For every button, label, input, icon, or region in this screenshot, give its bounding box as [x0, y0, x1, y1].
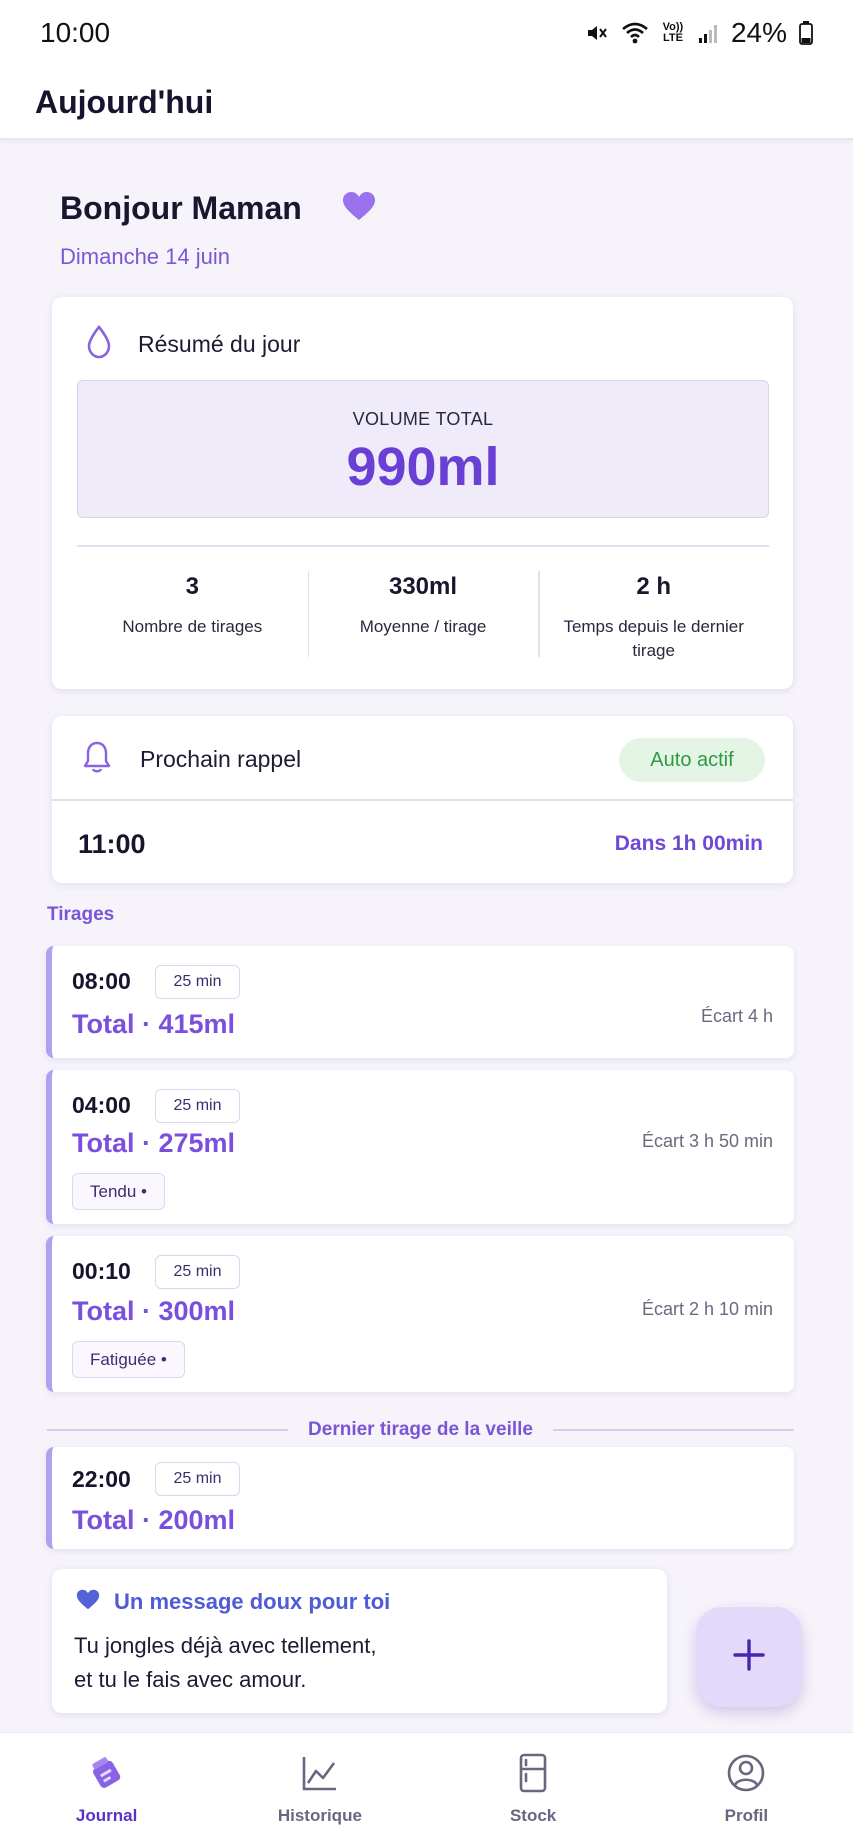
stat-label: Moyenne / tirage — [359, 617, 487, 636]
divider — [47, 1429, 289, 1431]
journal-icon — [87, 1753, 127, 1798]
sessions-section-label: Tirages — [47, 904, 115, 925]
session-gap: Écart 2 h 10 min — [641, 1299, 773, 1319]
total-volume-label: VOLUME TOTAL — [352, 409, 494, 429]
session-card[interactable]: 00:10 25 min Total · 300ml Écart 2 h 10 … — [46, 1236, 794, 1392]
stats-row: 3 Nombre de tirages 330ml Moyenne / tira… — [77, 559, 769, 677]
battery-percent: 24% — [730, 17, 787, 48]
status-bar: 10:00 Vo)) LTE 24% — [0, 0, 853, 66]
greeting-text: Bonjour Maman — [60, 190, 302, 226]
auto-active-badge[interactable]: Auto actif — [619, 738, 765, 782]
heart-icon — [76, 1589, 100, 1615]
divider — [52, 799, 793, 801]
nav-label: Journal — [75, 1806, 138, 1825]
message-line: Tu jongles déjà avec tellement, — [74, 1633, 377, 1658]
nav-label: Historique — [277, 1806, 362, 1825]
session-total: Total · 275ml — [72, 1128, 236, 1158]
nav-label: Stock — [509, 1806, 557, 1825]
status-time: 10:00 — [40, 17, 111, 48]
session-duration-badge: 25 min — [155, 1255, 240, 1289]
session-duration-badge: 25 min — [155, 1462, 240, 1496]
stat-time-since: 2 h Temps depuis le dernier tirage — [538, 559, 769, 677]
stat-value: 3 — [185, 573, 200, 600]
divider — [552, 1429, 795, 1431]
session-duration-badge: 25 min — [155, 1089, 240, 1123]
session-total: Total · 415ml — [72, 1009, 236, 1039]
stat-label: Nombre de tirages — [122, 617, 263, 636]
message-title: Un message doux pour toi — [114, 1589, 391, 1614]
previous-day-label: Dernier tirage de la veille — [308, 1419, 533, 1440]
total-volume-box: VOLUME TOTAL 990ml — [77, 380, 769, 518]
battery-icon — [799, 21, 813, 45]
heart-icon — [342, 191, 376, 226]
signal-icon — [697, 22, 719, 44]
bottom-nav: Journal Historique Stock Profil — [0, 1732, 853, 1844]
profile-icon — [726, 1753, 766, 1798]
reminder-title: Prochain rappel — [140, 746, 302, 772]
reminder-card[interactable]: Prochain rappel Auto actif 11:00 Dans 1h… — [52, 716, 793, 883]
session-gap: Écart 4 h — [700, 1006, 773, 1026]
nav-item-historique[interactable]: Historique — [213, 1733, 426, 1844]
fridge-icon — [513, 1753, 553, 1798]
volte-indicator: Vo)) LTE — [662, 21, 684, 44]
stat-sessions: 3 Nombre de tirages — [77, 559, 308, 677]
session-time: 04:00 — [72, 1092, 131, 1118]
message-card: Un message doux pour toi Tu jongles déjà… — [52, 1569, 667, 1713]
session-card[interactable]: 08:00 25 min Total · 415ml Écart 4 h — [46, 946, 794, 1058]
date-label: Dimanche 14 juin — [60, 244, 230, 269]
message-text: Tu jongles déjà avec tellement, et tu le… — [74, 1629, 376, 1697]
drop-icon — [86, 324, 112, 364]
reminder-header: Prochain rappel — [82, 740, 301, 779]
session-time: 22:00 — [72, 1466, 131, 1492]
nav-label: Profil — [724, 1806, 769, 1825]
wifi-icon — [621, 21, 649, 45]
add-session-button[interactable] — [696, 1607, 802, 1707]
reminder-eta: Dans 1h 00min — [614, 832, 763, 855]
session-duration-badge: 25 min — [155, 965, 240, 999]
stat-value: 330ml — [388, 573, 458, 600]
stat-label: Temps depuis le dernier tirage — [563, 617, 744, 660]
page-title: Aujourd'hui — [35, 83, 214, 120]
session-gap: Écart 3 h 50 min — [641, 1131, 773, 1151]
plus-icon — [732, 1638, 766, 1677]
previous-day-separator: Dernier tirage de la veille — [47, 1418, 795, 1442]
summary-header: Résumé du jour — [86, 324, 301, 364]
nav-item-journal[interactable]: Journal — [0, 1733, 213, 1844]
stat-value: 2 h — [636, 573, 672, 600]
session-mood-tag: Fatiguée • — [72, 1341, 185, 1378]
summary-card: Résumé du jour VOLUME TOTAL 990ml 3 Nomb… — [52, 297, 793, 689]
session-total: Total · 300ml — [72, 1296, 236, 1326]
total-volume-value: 990ml — [346, 437, 500, 497]
summary-title: Résumé du jour — [138, 331, 301, 357]
session-card[interactable]: 22:00 25 min Total · 200ml — [46, 1447, 794, 1549]
status-icons: Vo)) LTE 24% — [585, 17, 813, 49]
chart-icon — [300, 1753, 340, 1798]
bell-icon — [82, 740, 112, 779]
message-header: Un message doux pour toi — [76, 1589, 390, 1615]
session-mood-tag: Tendu • — [72, 1173, 165, 1210]
mute-icon — [585, 21, 609, 45]
session-time: 08:00 — [72, 968, 131, 994]
nav-item-stock[interactable]: Stock — [427, 1733, 640, 1844]
divider — [77, 545, 769, 547]
session-total: Total · 200ml — [72, 1505, 236, 1535]
stat-average: 330ml Moyenne / tirage — [307, 559, 539, 677]
greeting: Bonjour Maman — [60, 190, 376, 227]
session-card[interactable]: 04:00 25 min Total · 275ml Écart 3 h 50 … — [46, 1070, 794, 1224]
reminder-time: 11:00 — [78, 829, 146, 859]
session-time: 00:10 — [72, 1258, 131, 1284]
message-line: et tu le fais avec amour. — [74, 1667, 307, 1692]
nav-item-profil[interactable]: Profil — [640, 1733, 853, 1844]
app-bar: Aujourd'hui — [0, 66, 853, 140]
